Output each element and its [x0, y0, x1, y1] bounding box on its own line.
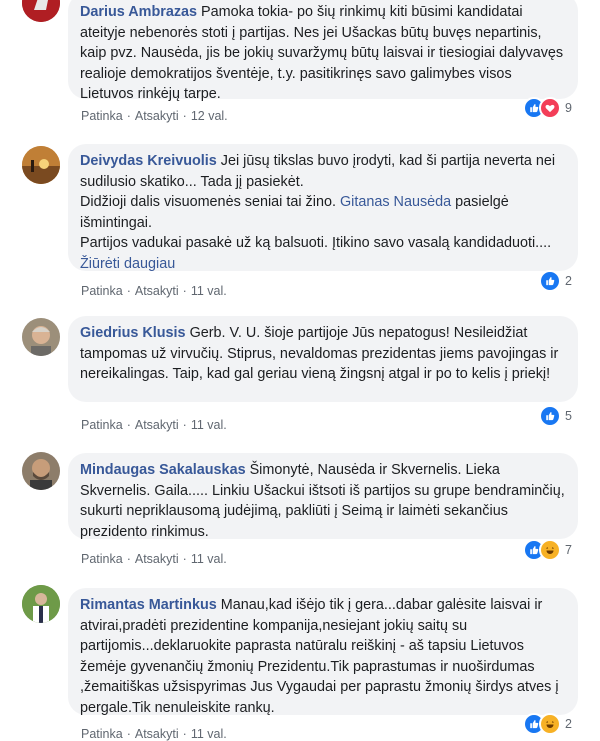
mention-link[interactable]: Gitanas Nausėda	[340, 194, 451, 210]
comment-paragraph: Partijos vadukai pasakė už ką balsuoti. …	[80, 233, 566, 274]
coat-of-arms-icon	[22, 0, 60, 22]
person-photo-icon	[22, 452, 60, 490]
comment-text: Partijos vadukai pasakė už ką balsuoti. …	[80, 235, 552, 251]
sunset-photo-icon	[22, 146, 60, 184]
like-link[interactable]: Patinka	[81, 284, 123, 298]
reaction-summary[interactable]: 2	[539, 270, 572, 292]
reaction-count: 2	[565, 717, 572, 731]
comment-actions: Patinka · Atsakyti · 11 val.	[81, 727, 227, 741]
separator: ·	[126, 284, 131, 298]
comment-actions: Patinka · Atsakyti · 11 val.	[81, 284, 227, 298]
comment-paragraph: Deivydas Kreivuolis Jei jūsų tikslas buvo…	[80, 151, 566, 192]
comment-author[interactable]: Rimantas Martinkus	[80, 597, 217, 613]
comment-actions: Patinka · Atsakyti · 12 val.	[81, 109, 228, 123]
separator: ·	[126, 552, 131, 566]
reaction-count: 7	[565, 543, 572, 557]
like-link[interactable]: Patinka	[81, 727, 123, 741]
person-photo-icon	[22, 318, 60, 356]
separator: ·	[182, 284, 187, 298]
reply-link[interactable]: Atsakyti	[135, 109, 179, 123]
comment-bubble: Giedrius Klusis Gerb. V. U. šioje partijo…	[68, 316, 578, 402]
comment-author[interactable]: Giedrius Klusis	[80, 325, 186, 341]
love-reaction-icon	[539, 97, 562, 119]
comment-actions: Patinka · Atsakyti · 11 val.	[81, 552, 227, 566]
comment-paragraph: Didžioji dalis visuomenės seniai tai žin…	[80, 192, 566, 233]
separator: ·	[182, 727, 187, 741]
separator: ·	[126, 727, 131, 741]
comment-actions: Patinka · Atsakyti · 11 val.	[81, 418, 227, 432]
avatar[interactable]	[22, 0, 60, 22]
like-reaction-icon	[539, 405, 562, 427]
comment-text: Manau,kad išėjo tik į gera...dabar galės…	[80, 597, 559, 716]
separator: ·	[182, 552, 187, 566]
timestamp[interactable]: 12 val.	[191, 109, 228, 123]
reply-link[interactable]: Atsakyti	[135, 727, 179, 741]
comment-author[interactable]: Mindaugas Sakalauskas	[80, 462, 246, 478]
like-link[interactable]: Patinka	[81, 418, 123, 432]
comment-bubble: Rimantas Martinkus Manau,kad išėjo tik į …	[68, 588, 578, 716]
reaction-count: 2	[565, 274, 572, 288]
haha-reaction-icon	[539, 539, 562, 561]
timestamp[interactable]: 11 val.	[191, 418, 227, 432]
avatar[interactable]	[22, 585, 60, 623]
see-more-link[interactable]: Žiūrėti daugiau	[80, 256, 175, 272]
avatar[interactable]	[22, 146, 60, 184]
like-link[interactable]: Patinka	[81, 552, 123, 566]
separator: ·	[126, 418, 131, 432]
timestamp[interactable]: 11 val.	[191, 727, 227, 741]
haha-reaction-icon	[539, 713, 562, 735]
reply-link[interactable]: Atsakyti	[135, 418, 179, 432]
reaction-count: 5	[565, 409, 572, 423]
separator: ·	[126, 109, 131, 123]
reaction-summary[interactable]: 7	[523, 539, 572, 561]
like-reaction-icon	[539, 270, 562, 292]
person-photo-icon	[22, 585, 60, 623]
reply-link[interactable]: Atsakyti	[135, 552, 179, 566]
comment-author[interactable]: Darius Ambrazas	[80, 4, 197, 20]
avatar[interactable]	[22, 452, 60, 490]
separator: ·	[182, 109, 187, 123]
reaction-count: 9	[565, 101, 572, 115]
timestamp[interactable]: 11 val.	[191, 284, 227, 298]
separator: ·	[182, 418, 187, 432]
reply-link[interactable]: Atsakyti	[135, 284, 179, 298]
reaction-summary[interactable]: 2	[523, 713, 572, 735]
avatar[interactable]	[22, 318, 60, 356]
reaction-summary[interactable]: 5	[539, 405, 572, 427]
reaction-summary[interactable]: 9	[523, 97, 572, 119]
timestamp[interactable]: 11 val.	[191, 552, 227, 566]
comment-bubble: Mindaugas Sakalauskas Šimonytė, Nausėda i…	[68, 453, 578, 540]
comment-author[interactable]: Deivydas Kreivuolis	[80, 153, 217, 169]
comment-text: Didžioji dalis visuomenės seniai tai žin…	[80, 194, 336, 210]
comment-bubble: Deivydas Kreivuolis Jei jūsų tikslas buvo…	[68, 144, 578, 274]
like-link[interactable]: Patinka	[81, 109, 123, 123]
comment-bubble: Darius Ambrazas Pamoka tokia- po šių rink…	[68, 0, 578, 102]
